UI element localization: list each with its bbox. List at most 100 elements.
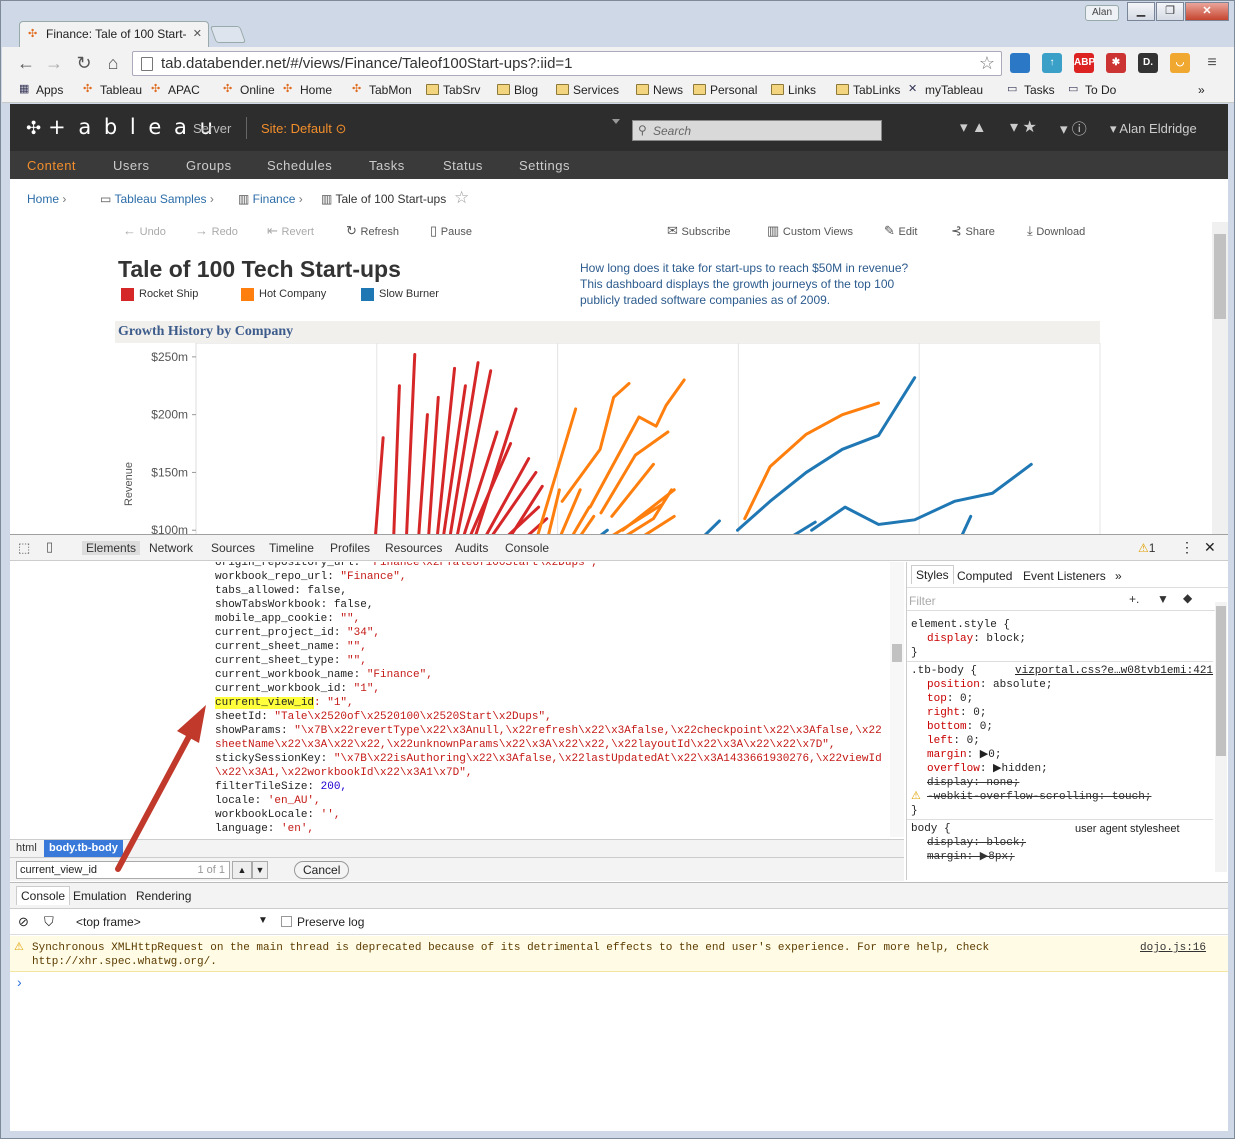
tab-resources[interactable]: Resources xyxy=(385,541,442,555)
subscribe-button[interactable]: ✉ Subscribe xyxy=(667,223,730,239)
pause-button[interactable]: ▯ Pause xyxy=(430,223,472,239)
search-input[interactable]: ⚲ Search xyxy=(632,120,882,141)
styles-scrollbar[interactable] xyxy=(1215,602,1227,872)
inspect-icon[interactable]: ⬚ xyxy=(18,540,30,556)
tab-elements[interactable]: Elements xyxy=(82,541,141,555)
tab-schedules[interactable]: Schedules xyxy=(267,158,332,173)
path-body[interactable]: body.tb-body xyxy=(44,840,123,857)
dom-scrollbar[interactable] xyxy=(890,562,904,837)
cancel-button[interactable]: Cancel xyxy=(294,861,350,879)
breadcrumb-home[interactable]: Home › xyxy=(27,192,66,206)
tableau-logo[interactable]: ✣ + a b l e a u xyxy=(26,115,216,139)
share-button[interactable]: ⊰ Share xyxy=(951,223,995,239)
warning-source-link[interactable]: dojo.js:16 xyxy=(1140,941,1206,955)
profile-badge[interactable]: Alan xyxy=(1085,5,1119,21)
preserve-log-checkbox[interactable] xyxy=(281,916,292,927)
bookmark-tabmon[interactable]: ✣ TabMon xyxy=(352,83,412,97)
warning-count[interactable]: ⚠1 xyxy=(1138,541,1155,555)
breadcrumb-tableau-samples[interactable]: ▭ Tableau Samples › xyxy=(100,192,214,206)
undo-button[interactable]: ← Undo xyxy=(123,223,166,238)
restore-button[interactable]: ❐ xyxy=(1156,2,1184,21)
new-tab-button[interactable] xyxy=(209,26,247,43)
legend-item[interactable]: Rocket Ship xyxy=(121,288,198,301)
styles-filter[interactable]: Filter +. ▼ ◆ xyxy=(907,589,1217,611)
find-next-button[interactable]: ▼ xyxy=(252,861,268,879)
legend-item[interactable]: Slow Burner xyxy=(361,288,439,301)
favorite-star-icon[interactable]: ☆ xyxy=(454,188,469,208)
keepass-extension-icon[interactable]: ↑ xyxy=(1042,53,1062,73)
styles-tab-computed[interactable]: Computed xyxy=(957,569,1012,583)
bookmark-to-do[interactable]: ▭ To Do xyxy=(1068,83,1116,97)
bookmark-services[interactable]: Services xyxy=(556,83,619,97)
find-input[interactable]: current_view_id 1 of 1 xyxy=(16,861,230,879)
bookmark-apac[interactable]: ✣ APAC xyxy=(151,83,200,97)
help-icon[interactable]: ▾ ⓘ xyxy=(1060,118,1087,139)
tab-network[interactable]: Network xyxy=(149,541,193,555)
drawer-tab-emulation[interactable]: Emulation xyxy=(73,889,126,903)
pin-icon[interactable]: ▼ xyxy=(1157,592,1169,606)
bookmark-mytableau[interactable]: ✕ myTableau xyxy=(908,83,983,97)
dom-scroll-thumb[interactable] xyxy=(892,644,902,662)
clear-console-icon[interactable]: ⊘ xyxy=(18,914,29,930)
bookmark-news[interactable]: News xyxy=(636,83,683,97)
home-icon[interactable]: ⌂ xyxy=(103,53,123,73)
bookmark-apps[interactable]: ▦ Apps xyxy=(19,83,63,97)
console-prompt[interactable]: › xyxy=(17,974,22,990)
page-scroll-thumb[interactable] xyxy=(1214,234,1226,319)
tab-tasks[interactable]: Tasks xyxy=(369,158,405,173)
warning-link[interactable]: http://xhr.spec.whatwg.org/. xyxy=(32,956,217,968)
close-window-button[interactable]: ✕ xyxy=(1185,2,1229,21)
bookmark-tasks[interactable]: ▭ Tasks xyxy=(1007,83,1055,97)
tab-audits[interactable]: Audits xyxy=(455,541,488,555)
breadcrumb-finance[interactable]: ▥ Finance › xyxy=(238,192,303,206)
reload-icon[interactable]: ↻ xyxy=(74,53,94,73)
page-scrollbar[interactable] xyxy=(1212,222,1228,534)
filter-icon[interactable]: ⛉ xyxy=(44,914,54,930)
color-format-icon[interactable]: ◆ xyxy=(1183,591,1192,605)
tab-content[interactable]: Content xyxy=(27,158,76,173)
bookmark-online[interactable]: ✣ Online xyxy=(223,83,275,97)
revert-button[interactable]: ⇤ Revert xyxy=(267,223,314,239)
devtools-menu-icon[interactable]: ⋮ xyxy=(1180,539,1194,556)
back-icon[interactable]: ← xyxy=(16,53,36,73)
devtools-close-icon[interactable]: ✕ xyxy=(1204,539,1216,556)
css-source-link[interactable]: vizportal.css?e…w08tvb1emi:421 xyxy=(1015,664,1213,678)
path-html[interactable]: html xyxy=(16,842,37,854)
styles-tab-event-listeners[interactable]: Event Listeners xyxy=(1023,569,1106,583)
bookmark-star-icon[interactable]: ☆ xyxy=(979,53,995,74)
address-bar[interactable]: tab.databender.net/#/views/Finance/Taleo… xyxy=(132,51,1002,76)
bookmark-tableau[interactable]: ✣ Tableau xyxy=(83,83,142,97)
edit-button[interactable]: ✎ Edit xyxy=(884,223,917,239)
tab-sources[interactable]: Sources xyxy=(211,541,255,555)
tab-timeline[interactable]: Timeline xyxy=(269,541,314,555)
styles-tab-styles[interactable]: Styles xyxy=(911,565,954,584)
server-label[interactable]: Server xyxy=(193,121,231,136)
device-mode-icon[interactable]: ▯ xyxy=(46,539,53,555)
user-menu[interactable]: ▾ Alan Eldridge xyxy=(1110,121,1197,137)
bookmark-blog[interactable]: Blog xyxy=(497,83,538,97)
alerts-icon[interactable]: ▾ ▲ xyxy=(960,118,987,136)
tab-status[interactable]: Status xyxy=(443,158,483,173)
menu-icon[interactable]: ≡ xyxy=(1202,53,1222,73)
site-selector[interactable]: Site: Default ⊙ xyxy=(261,121,346,137)
drawer-tab-rendering[interactable]: Rendering xyxy=(136,889,191,903)
tab-settings[interactable]: Settings xyxy=(519,158,570,173)
dom-tree[interactable]: origin_repository_url: "Finance\x2FTaleo… xyxy=(10,562,890,837)
puzzle-extension-icon[interactable] xyxy=(1010,53,1030,73)
tab-profiles[interactable]: Profiles xyxy=(330,541,370,555)
more-bookmarks[interactable]: » xyxy=(1198,83,1205,97)
bookmark-home[interactable]: ✣ Home xyxy=(283,83,332,97)
tab-users[interactable]: Users xyxy=(113,158,149,173)
drawer-tab-console[interactable]: Console xyxy=(16,886,71,905)
browser-tab[interactable]: ✣ Finance: Tale of 100 Start- ✕ xyxy=(19,21,209,47)
minimize-button[interactable]: ▁ xyxy=(1127,2,1155,21)
close-tab-icon[interactable]: ✕ xyxy=(193,27,202,40)
growth-chart[interactable]: $250m $200m $150m $100m Revenue xyxy=(110,343,1110,534)
frame-selector[interactable]: <top frame> xyxy=(76,915,141,929)
find-prev-button[interactable]: ▲ xyxy=(232,861,252,879)
tab-console[interactable]: Console xyxy=(505,541,549,555)
refresh-button[interactable]: ↻ Refresh xyxy=(346,223,399,239)
favorites-icon[interactable]: ▾ ★ xyxy=(1010,117,1037,137)
redo-button[interactable]: → Redo xyxy=(195,223,238,238)
honey-extension-icon[interactable]: ◡ xyxy=(1170,53,1190,73)
